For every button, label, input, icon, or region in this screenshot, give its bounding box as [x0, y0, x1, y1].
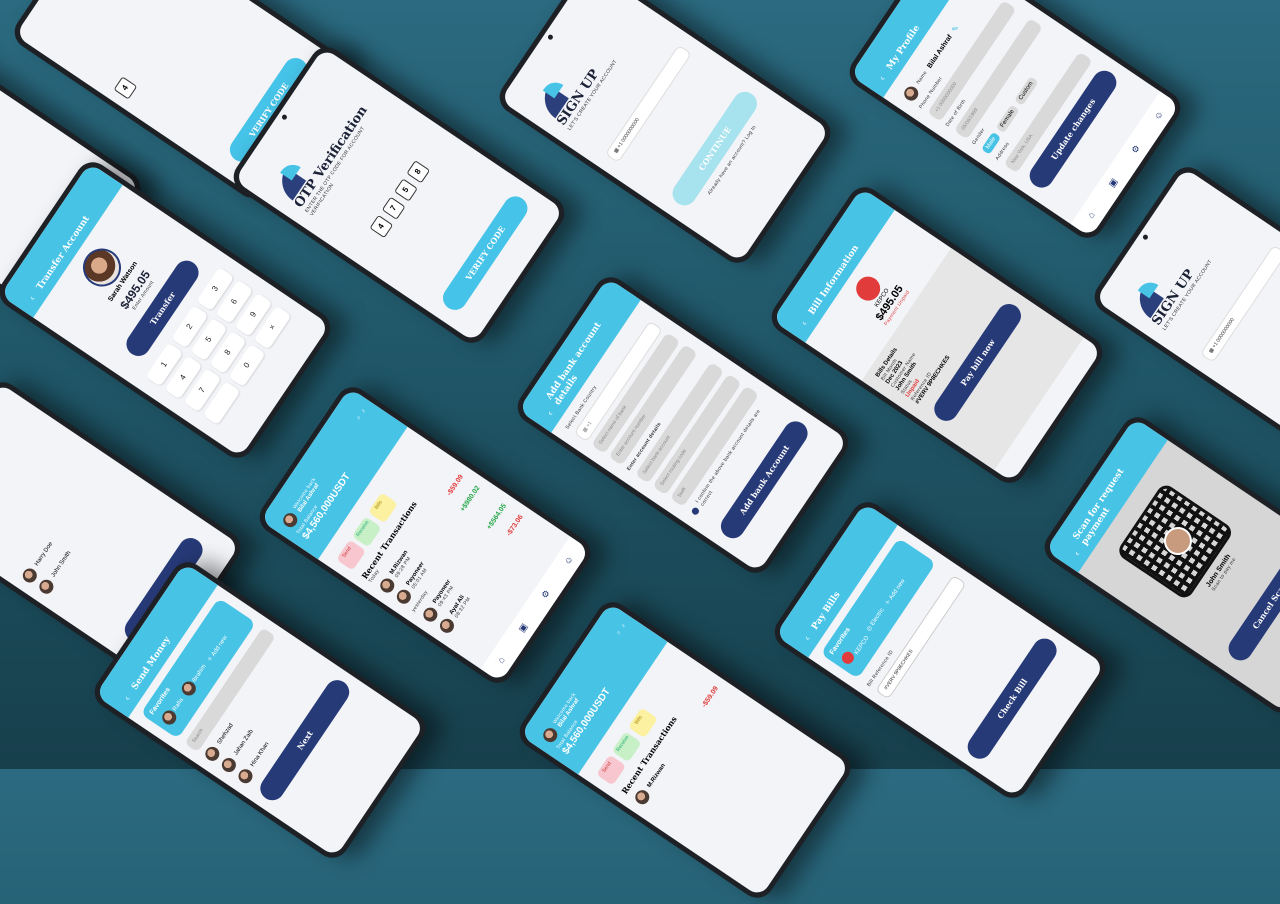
contact-name: John Smith — [50, 550, 73, 579]
biller-name: KEPCO — [853, 635, 871, 656]
back-icon[interactable]: ‹ — [120, 691, 135, 706]
profile-icon[interactable]: ☺ — [562, 554, 575, 567]
scan-icon[interactable]: ▣ — [516, 621, 530, 634]
back-icon[interactable]: ‹ — [800, 631, 815, 646]
scan-icon[interactable]: ▣ — [1106, 176, 1120, 189]
avatar — [20, 565, 40, 586]
avatar — [420, 604, 441, 625]
back-icon[interactable]: ‹ — [543, 406, 558, 421]
tx-amount: -$59.09 — [445, 473, 465, 497]
biller-name: Electric — [869, 607, 886, 627]
avatar — [632, 787, 653, 807]
bell-icon[interactable]: ♪ — [360, 408, 367, 414]
otp-box[interactable]: 4 — [113, 76, 138, 100]
settings-icon[interactable]: ⚙ — [539, 588, 553, 601]
name-label: Name — [915, 69, 929, 86]
signup-title: SIGN UP — [1149, 266, 1198, 329]
continue-wrap: CONTINUE — [667, 87, 762, 210]
country-code: +1 — [585, 420, 594, 429]
continue-button[interactable]: CONTINUE — [667, 87, 762, 210]
bell-icon[interactable]: ♪ — [620, 623, 627, 629]
profile-icon[interactable]: ☺ — [1152, 109, 1165, 122]
send-tile[interactable]: Send — [336, 539, 367, 571]
keypad: 1 2 3 4 5 6 7 8 9 0 × — [138, 255, 300, 436]
otp-box-1[interactable]: 4 — [369, 214, 394, 239]
home-icon[interactable]: ⌂ — [495, 655, 506, 665]
back-icon[interactable]: ‹ — [1070, 546, 1085, 561]
verify-wrap: VERIFY CODE — [438, 191, 533, 315]
verify-code-button[interactable]: VERIFY CODE — [438, 191, 533, 315]
avatar — [219, 755, 239, 775]
avatar — [202, 744, 223, 764]
check-bill-button[interactable]: Check Bill — [963, 633, 1062, 764]
phone-number: 0000000000 — [620, 117, 641, 144]
back-icon[interactable]: ‹ — [875, 71, 890, 86]
contact-name: Rafia — [172, 697, 185, 713]
phone-number: 0000000000 — [1215, 317, 1236, 344]
avatar — [36, 576, 57, 597]
otp-digit: 4 — [112, 70, 141, 100]
search-icon[interactable]: ⌕ — [355, 415, 363, 422]
tx-name: M.Rizwan — [646, 762, 667, 789]
tx-amount: -$59.09 — [700, 684, 720, 709]
receive-tile[interactable]: Receive — [612, 730, 643, 763]
screen: SIGN UP LET'S CREATE YOUR ACCOUNT ▦ +1 0… — [1095, 167, 1280, 463]
avatar — [901, 83, 921, 104]
back-icon[interactable]: ‹ — [797, 316, 812, 331]
otp-subtitle: ENTER THE OTP CODE FOR ACCOUNT VERIFICAT… — [304, 125, 367, 218]
bills-tile[interactable]: Bills — [627, 707, 658, 739]
otp-box-2[interactable]: 7 — [381, 196, 406, 220]
edit-icon[interactable]: ✎ — [950, 23, 961, 34]
add-new-label: Add new — [888, 577, 907, 601]
avatar — [280, 510, 301, 530]
settings-icon[interactable]: ⚙ — [1129, 143, 1143, 156]
otp-title: OTP Verification — [291, 103, 371, 211]
otp-inputs: 4758 — [355, 136, 445, 257]
send-tile[interactable]: Send — [596, 754, 627, 786]
home-icon[interactable]: ⌂ — [1085, 210, 1096, 220]
tx-amount: -$73.06 — [505, 513, 525, 538]
checkbox[interactable] — [690, 506, 700, 516]
otp-box-4[interactable]: 8 — [406, 160, 431, 184]
contact-name: Harry Doe — [34, 541, 55, 568]
contact-list: Harry Doe John Smith — [15, 458, 131, 600]
receive-tile[interactable]: Receive — [352, 515, 383, 548]
contact-name: Ibrahim — [191, 663, 208, 684]
contact-name: Shehzad — [216, 722, 235, 746]
contact-name: Hina Khan — [249, 741, 271, 768]
biller-electric[interactable]: ◎ Electric — [865, 606, 886, 632]
add-new-label: Add new — [210, 634, 229, 658]
search-icon[interactable]: ⌕ — [615, 630, 623, 637]
back-icon[interactable]: ‹ — [25, 291, 40, 306]
qr-avatar — [1158, 521, 1198, 561]
avatar — [437, 616, 457, 636]
bills-tile[interactable]: Bills — [367, 492, 398, 524]
avatar — [540, 725, 561, 745]
avatar — [235, 766, 256, 786]
screen: ‹ My Profile Name Bilal Ashraf ✎ Phone Numb… — [850, 0, 1180, 238]
otp-box-3[interactable]: 5 — [394, 178, 418, 202]
signup-title: SIGN UP — [554, 66, 603, 129]
avatar — [394, 587, 414, 607]
avatar — [377, 575, 398, 596]
signup-content: SIGN UP LET'S CREATE YOUR ACCOUNT ▦ +1 0… — [1095, 168, 1280, 375]
